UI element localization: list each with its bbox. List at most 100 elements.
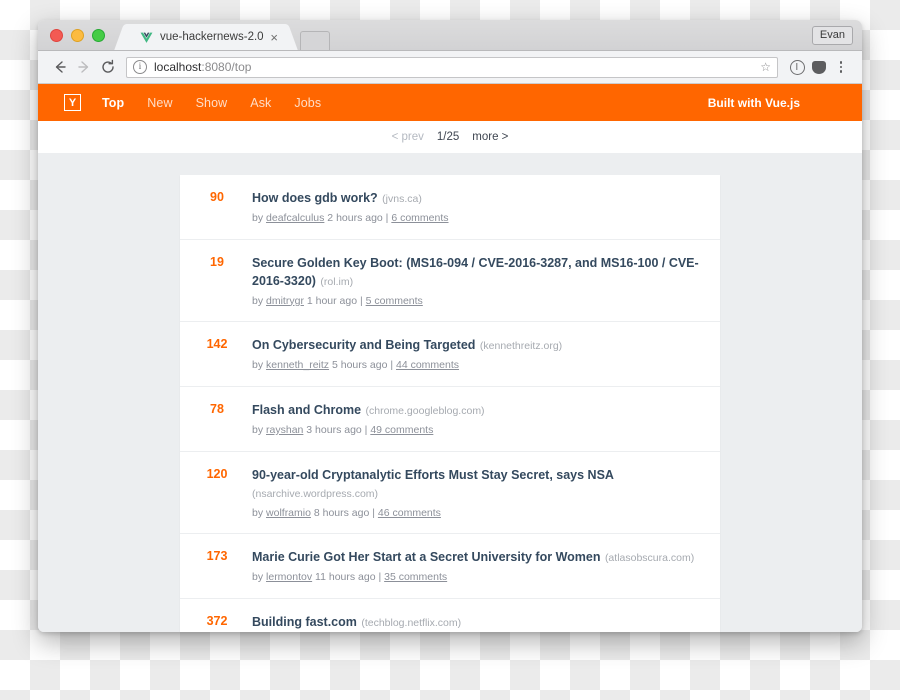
address-bar[interactable]: i localhost:8080/top ☆ — [126, 56, 778, 78]
item-score: 372 — [206, 613, 228, 628]
window-controls — [50, 29, 105, 42]
item-author-link[interactable]: lermontov — [266, 571, 312, 583]
item-by-label: by — [252, 294, 267, 307]
item-meta: by rayshan 3 hours ago | 49 comments — [252, 424, 702, 438]
nav-link-top[interactable]: Top — [102, 96, 124, 110]
item-meta: by deafcalculus 2 hours ago | 6 comments — [252, 212, 702, 226]
next-page-link[interactable]: more > — [472, 131, 508, 143]
item-comments-link[interactable]: 35 comments — [384, 571, 447, 583]
item-comments-link[interactable]: 44 comments — [396, 359, 459, 371]
pagination-bar: < prev 1/25 more > — [38, 121, 862, 153]
browser-title-bar: vue-hackernews-2.0 × Evan — [38, 20, 862, 51]
tab-strip: vue-hackernews-2.0 × — [126, 24, 330, 50]
item-host: (rol.im) — [320, 275, 354, 288]
news-item: 142 On Cybersecurity and Being Targeted (… — [180, 322, 720, 387]
item-host: (nsarchive.wordpress.com) — [252, 487, 379, 500]
extension-circle-icon[interactable] — [786, 56, 808, 78]
item-body: Flash and Chrome (chrome.googleblog.com)… — [236, 401, 702, 438]
item-host: (chrome.googleblog.com) — [365, 404, 485, 417]
browser-menu-icon[interactable] — [830, 56, 852, 78]
tab-vue-hackernews[interactable]: vue-hackernews-2.0 × — [126, 24, 286, 50]
address-bar-url: localhost:8080/top — [154, 60, 251, 74]
item-score: 19 — [210, 254, 224, 269]
item-score: 90 — [210, 190, 224, 204]
item-title-link[interactable]: Secure Golden Key Boot: (MS16-094 / CVE-… — [252, 256, 699, 288]
browser-toolbar: i localhost:8080/top ☆ — [38, 51, 862, 84]
item-host: (techblog.netflix.com) — [361, 616, 462, 629]
forward-icon — [72, 55, 96, 79]
site-header: Y Top New Show Ask Jobs Built with Vue.j… — [38, 84, 862, 121]
news-item: 120 90-year-old Cryptanalytic Efforts Mus… — [180, 452, 720, 535]
item-score: 173 — [206, 549, 228, 564]
news-item: 78 Flash and Chrome (chrome.googleblog.co… — [180, 387, 720, 452]
prev-page-link: < prev — [391, 131, 424, 143]
item-title-line: 90-year-old Cryptanalytic Efforts Must S… — [252, 466, 702, 502]
minimize-window-button[interactable] — [71, 29, 84, 42]
nav-link-jobs[interactable]: Jobs — [294, 96, 321, 110]
item-time: 1 hour ago | — [303, 294, 366, 307]
item-title-link[interactable]: Flash and Chrome — [252, 403, 361, 417]
item-host: (jvns.ca) — [382, 193, 422, 205]
url-host: localhost — [154, 60, 202, 74]
item-meta: by wolframio 8 hours ago | 46 comments — [252, 507, 702, 521]
item-by-label: by — [252, 506, 267, 519]
maximize-window-button[interactable] — [92, 29, 105, 42]
item-title-link[interactable]: On Cybersecurity and Being Targeted — [252, 338, 475, 352]
item-body: How does gdb work? (jvns.ca) by deafcalcu… — [236, 189, 702, 226]
item-time: 8 hours ago | — [310, 506, 378, 519]
extension-shield-icon[interactable] — [808, 56, 830, 78]
item-author-link[interactable]: rayshan — [266, 424, 303, 436]
item-author-link[interactable]: dmitrygr — [266, 295, 304, 307]
bookmark-star-icon[interactable]: ☆ — [754, 61, 771, 73]
nav-link-show[interactable]: Show — [196, 96, 228, 110]
item-title-line: On Cybersecurity and Being Targeted (ken… — [252, 336, 702, 354]
item-body: Marie Curie Got Her Start at a Secret Un… — [236, 548, 702, 585]
item-author-link[interactable]: wolframio — [266, 507, 311, 519]
site-info-icon[interactable]: i — [133, 60, 147, 74]
nav-link-new[interactable]: New — [147, 96, 172, 110]
item-body: Building fast.com (techblog.netflix.com)… — [236, 613, 702, 632]
item-comments-link[interactable]: 5 comments — [366, 295, 423, 307]
profile-button[interactable]: Evan — [811, 26, 853, 46]
item-title-link[interactable]: How does gdb work? — [252, 191, 378, 205]
y-combinator-logo-icon[interactable]: Y — [64, 94, 81, 111]
page-viewport: Y Top New Show Ask Jobs Built with Vue.j… — [38, 84, 862, 632]
item-time: 2 hours ago | — [324, 212, 392, 224]
news-item: 372 Building fast.com (techblog.netflix.c… — [180, 599, 720, 632]
item-title-link[interactable]: Building fast.com — [252, 615, 357, 629]
item-host: (atlasobscura.com) — [604, 552, 695, 565]
item-score: 142 — [206, 337, 228, 352]
item-title-link[interactable]: 90-year-old Cryptanalytic Efforts Must S… — [252, 468, 614, 482]
item-title-line: How does gdb work? (jvns.ca) — [252, 189, 702, 207]
item-author-link[interactable]: kenneth_reitz — [266, 359, 329, 371]
close-window-button[interactable] — [50, 29, 63, 42]
built-with-label: Built with Vue.js — [707, 95, 800, 110]
back-icon[interactable] — [48, 55, 72, 79]
nav-link-ask[interactable]: Ask — [250, 96, 271, 110]
close-tab-icon[interactable]: × — [266, 31, 282, 44]
item-by-label: by — [252, 212, 267, 224]
item-time: 11 hours ago | — [312, 571, 385, 584]
item-title-line: Marie Curie Got Her Start at a Secret Un… — [252, 548, 702, 566]
item-meta: by kenneth_reitz 5 hours ago | 44 commen… — [252, 359, 702, 373]
item-comments-link[interactable]: 6 comments — [391, 212, 448, 224]
item-author-link[interactable]: deafcalculus — [266, 212, 324, 224]
item-title-line: Flash and Chrome (chrome.googleblog.com) — [252, 401, 702, 419]
item-comments-link[interactable]: 49 comments — [370, 424, 433, 436]
item-time: 5 hours ago | — [329, 359, 396, 372]
news-item: 19 Secure Golden Key Boot: (MS16-094 / CV… — [180, 240, 720, 323]
item-body: Secure Golden Key Boot: (MS16-094 / CVE-… — [236, 254, 702, 309]
item-by-label: by — [252, 423, 267, 436]
item-score: 120 — [206, 466, 228, 481]
page-indicator: 1/25 — [436, 131, 460, 143]
item-score: 78 — [210, 401, 224, 416]
item-comments-link[interactable]: 46 comments — [378, 507, 441, 519]
tab-title: vue-hackernews-2.0 — [160, 31, 264, 43]
url-path: :8080/top — [201, 60, 252, 74]
item-title-link[interactable]: Marie Curie Got Her Start at a Secret Un… — [252, 550, 600, 564]
browser-window: vue-hackernews-2.0 × Evan i localhost:80… — [38, 20, 862, 632]
news-list: 90 How does gdb work? (jvns.ca) by deafcal… — [180, 175, 720, 632]
item-time: 3 hours ago | — [303, 423, 371, 436]
reload-icon[interactable] — [96, 55, 120, 79]
new-tab-button[interactable] — [300, 31, 330, 50]
